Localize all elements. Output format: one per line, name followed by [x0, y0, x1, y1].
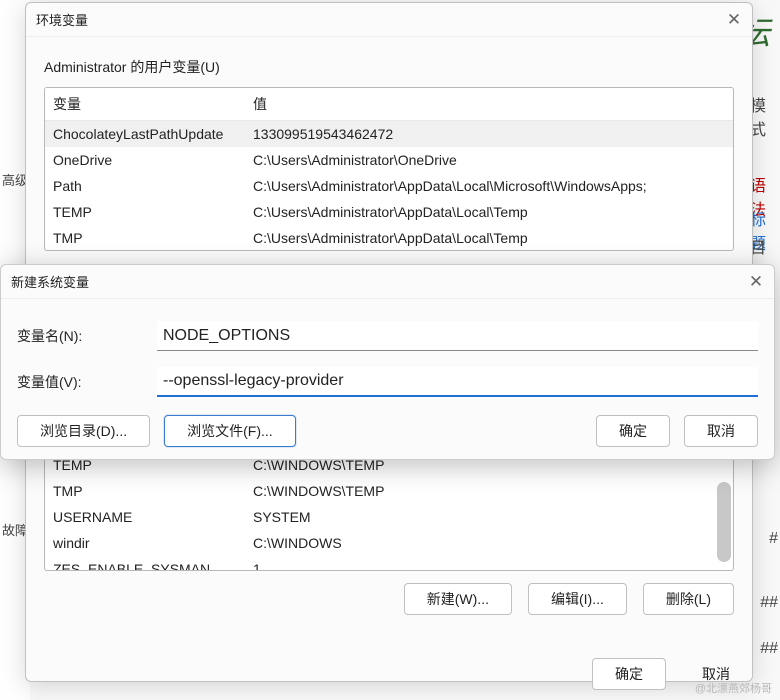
table-row[interactable]: TEMPC:\Users\Administrator\AppData\Local…	[45, 199, 733, 225]
bg-right-hash: #	[769, 530, 778, 548]
table-row[interactable]: TMPC:\Users\Administrator\AppData\Local\…	[45, 225, 733, 251]
sys-vars-table-wrap: TEMPC:\WINDOWS\TEMP TMPC:\WINDOWS\TEMP U…	[44, 451, 734, 571]
cell-var: TEMP	[45, 199, 245, 225]
table-row[interactable]: ChocolateyLastPathUpdate1330995195434624…	[45, 121, 733, 148]
edit-sysvar-button[interactable]: 编辑(I)...	[528, 583, 627, 615]
cell-var: ChocolateyLastPathUpdate	[45, 121, 245, 148]
close-icon[interactable]: ✕	[748, 274, 764, 290]
close-icon[interactable]: ✕	[726, 12, 742, 28]
author-watermark: @北漂燕郊杨哥	[695, 680, 772, 696]
table-row[interactable]: USERNAMESYSTEM	[45, 504, 733, 530]
browse-file-button[interactable]: 浏览文件(F)...	[164, 415, 296, 447]
new-system-variable-dialog: 新建系统变量 ✕ 变量名(N): 变量值(V): 浏览目录(D)... 浏览文件…	[0, 264, 775, 460]
var-value-label: 变量值(V):	[17, 372, 157, 392]
col-header-val[interactable]: 值	[245, 88, 733, 121]
var-name-label: 变量名(N):	[17, 326, 157, 346]
cell-var: Path	[45, 173, 245, 199]
cell-val: C:\Users\Administrator\AppData\Local\Mic…	[245, 173, 733, 199]
bg-right-hash: ##	[760, 594, 778, 612]
scrollbar-thumb[interactable]	[717, 482, 731, 562]
cell-val: C:\Users\Administrator\OneDrive	[245, 147, 733, 173]
table-row[interactable]: ZES_ENABLE_SYSMAN1	[45, 556, 733, 571]
new-sysvar-button[interactable]: 新建(W)...	[404, 583, 512, 615]
cell-var: USERNAME	[45, 504, 245, 530]
cell-val: 1	[245, 556, 733, 571]
user-vars-label: Administrator 的用户变量(U)	[44, 57, 734, 77]
cell-val: 133099519543462472	[245, 121, 733, 148]
cell-var: OneDrive	[45, 147, 245, 173]
newvar-ok-button[interactable]: 确定	[596, 415, 670, 447]
bg-right-hash: ##	[760, 640, 778, 658]
user-vars-table-wrap: 变量 值 ChocolateyLastPathUpdate13309951954…	[44, 87, 734, 251]
var-name-input[interactable]	[157, 321, 758, 351]
cell-val: C:\Users\Administrator\AppData\Local\Tem…	[245, 225, 733, 251]
table-row[interactable]: TMPC:\WINDOWS\TEMP	[45, 478, 733, 504]
cell-val: C:\WINDOWS\TEMP	[245, 478, 733, 504]
cell-var: TMP	[45, 225, 245, 251]
sys-vars-table[interactable]: TEMPC:\WINDOWS\TEMP TMPC:\WINDOWS\TEMP U…	[45, 452, 733, 571]
bg-right-label: 模式	[750, 92, 778, 140]
cell-var: windir	[45, 530, 245, 556]
table-row[interactable]: OneDriveC:\Users\Administrator\OneDrive	[45, 147, 733, 173]
user-vars-table[interactable]: 变量 值 ChocolateyLastPathUpdate13309951954…	[45, 88, 733, 251]
env-title: 环境变量	[36, 10, 88, 29]
delete-sysvar-button[interactable]: 删除(L)	[643, 583, 734, 615]
cell-val: C:\Users\Administrator\AppData\Local\Tem…	[245, 199, 733, 225]
newvar-titlebar: 新建系统变量 ✕	[1, 265, 774, 299]
cell-val: SYSTEM	[245, 504, 733, 530]
browse-dir-button[interactable]: 浏览目录(D)...	[17, 415, 150, 447]
table-row[interactable]: PathC:\Users\Administrator\AppData\Local…	[45, 173, 733, 199]
cell-var: ZES_ENABLE_SYSMAN	[45, 556, 245, 571]
col-header-var[interactable]: 变量	[45, 88, 245, 121]
newvar-cancel-button[interactable]: 取消	[684, 415, 758, 447]
env-ok-button[interactable]: 确定	[592, 658, 666, 690]
table-row[interactable]: windirC:\WINDOWS	[45, 530, 733, 556]
var-value-input[interactable]	[157, 367, 758, 397]
newvar-title: 新建系统变量	[11, 272, 89, 291]
cell-val: C:\WINDOWS	[245, 530, 733, 556]
cell-var: TMP	[45, 478, 245, 504]
env-titlebar: 环境变量 ✕	[26, 3, 752, 37]
